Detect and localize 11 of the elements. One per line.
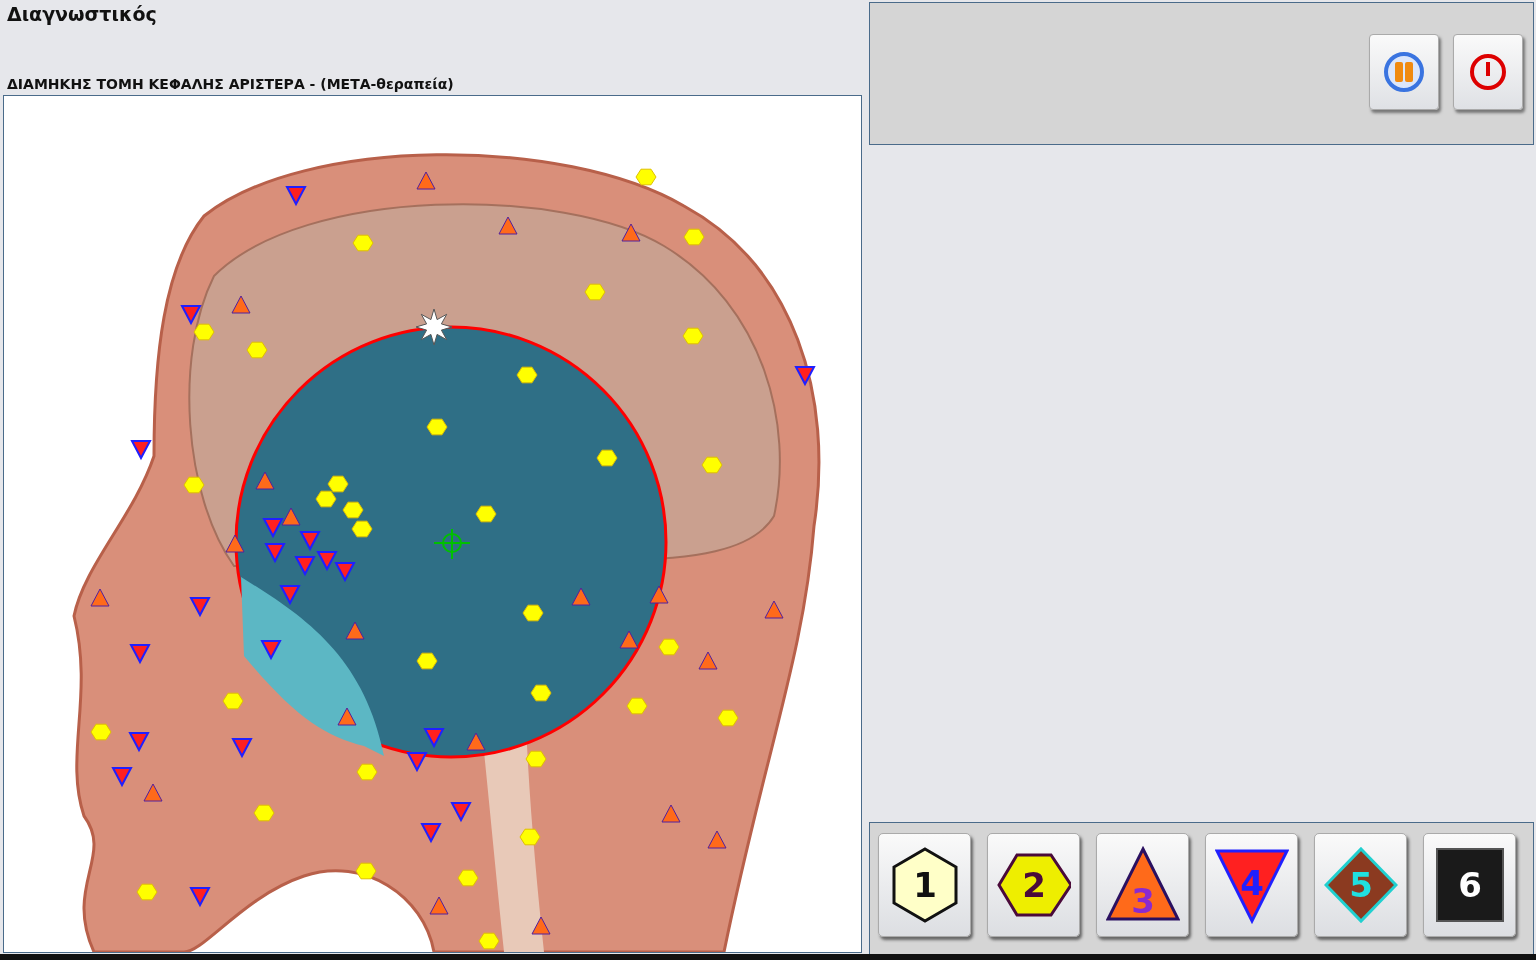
window-title: Διαγνωστικός [6, 2, 158, 27]
pause-icon [1382, 50, 1426, 94]
marker-type-button[interactable]: 6 [1423, 833, 1516, 937]
marker-type-button[interactable]: 1 [878, 833, 971, 937]
image-caption: ΔΙΑΜΗΚΗΣ ΤΟΜΗ ΚΕΦΑΛΗΣ ΑΡΙΣΤΕΡΑ - (ΜΕΤΑ-θεραπεία) [6, 75, 455, 94]
marker-shape-icon: 5 [1323, 845, 1398, 925]
marker-type-button[interactable]: 2 [987, 833, 1080, 937]
pause-button[interactable] [1369, 34, 1439, 110]
power-button[interactable] [1453, 34, 1523, 110]
marker-type-button[interactable]: 5 [1314, 833, 1407, 937]
power-icon [1468, 52, 1508, 92]
